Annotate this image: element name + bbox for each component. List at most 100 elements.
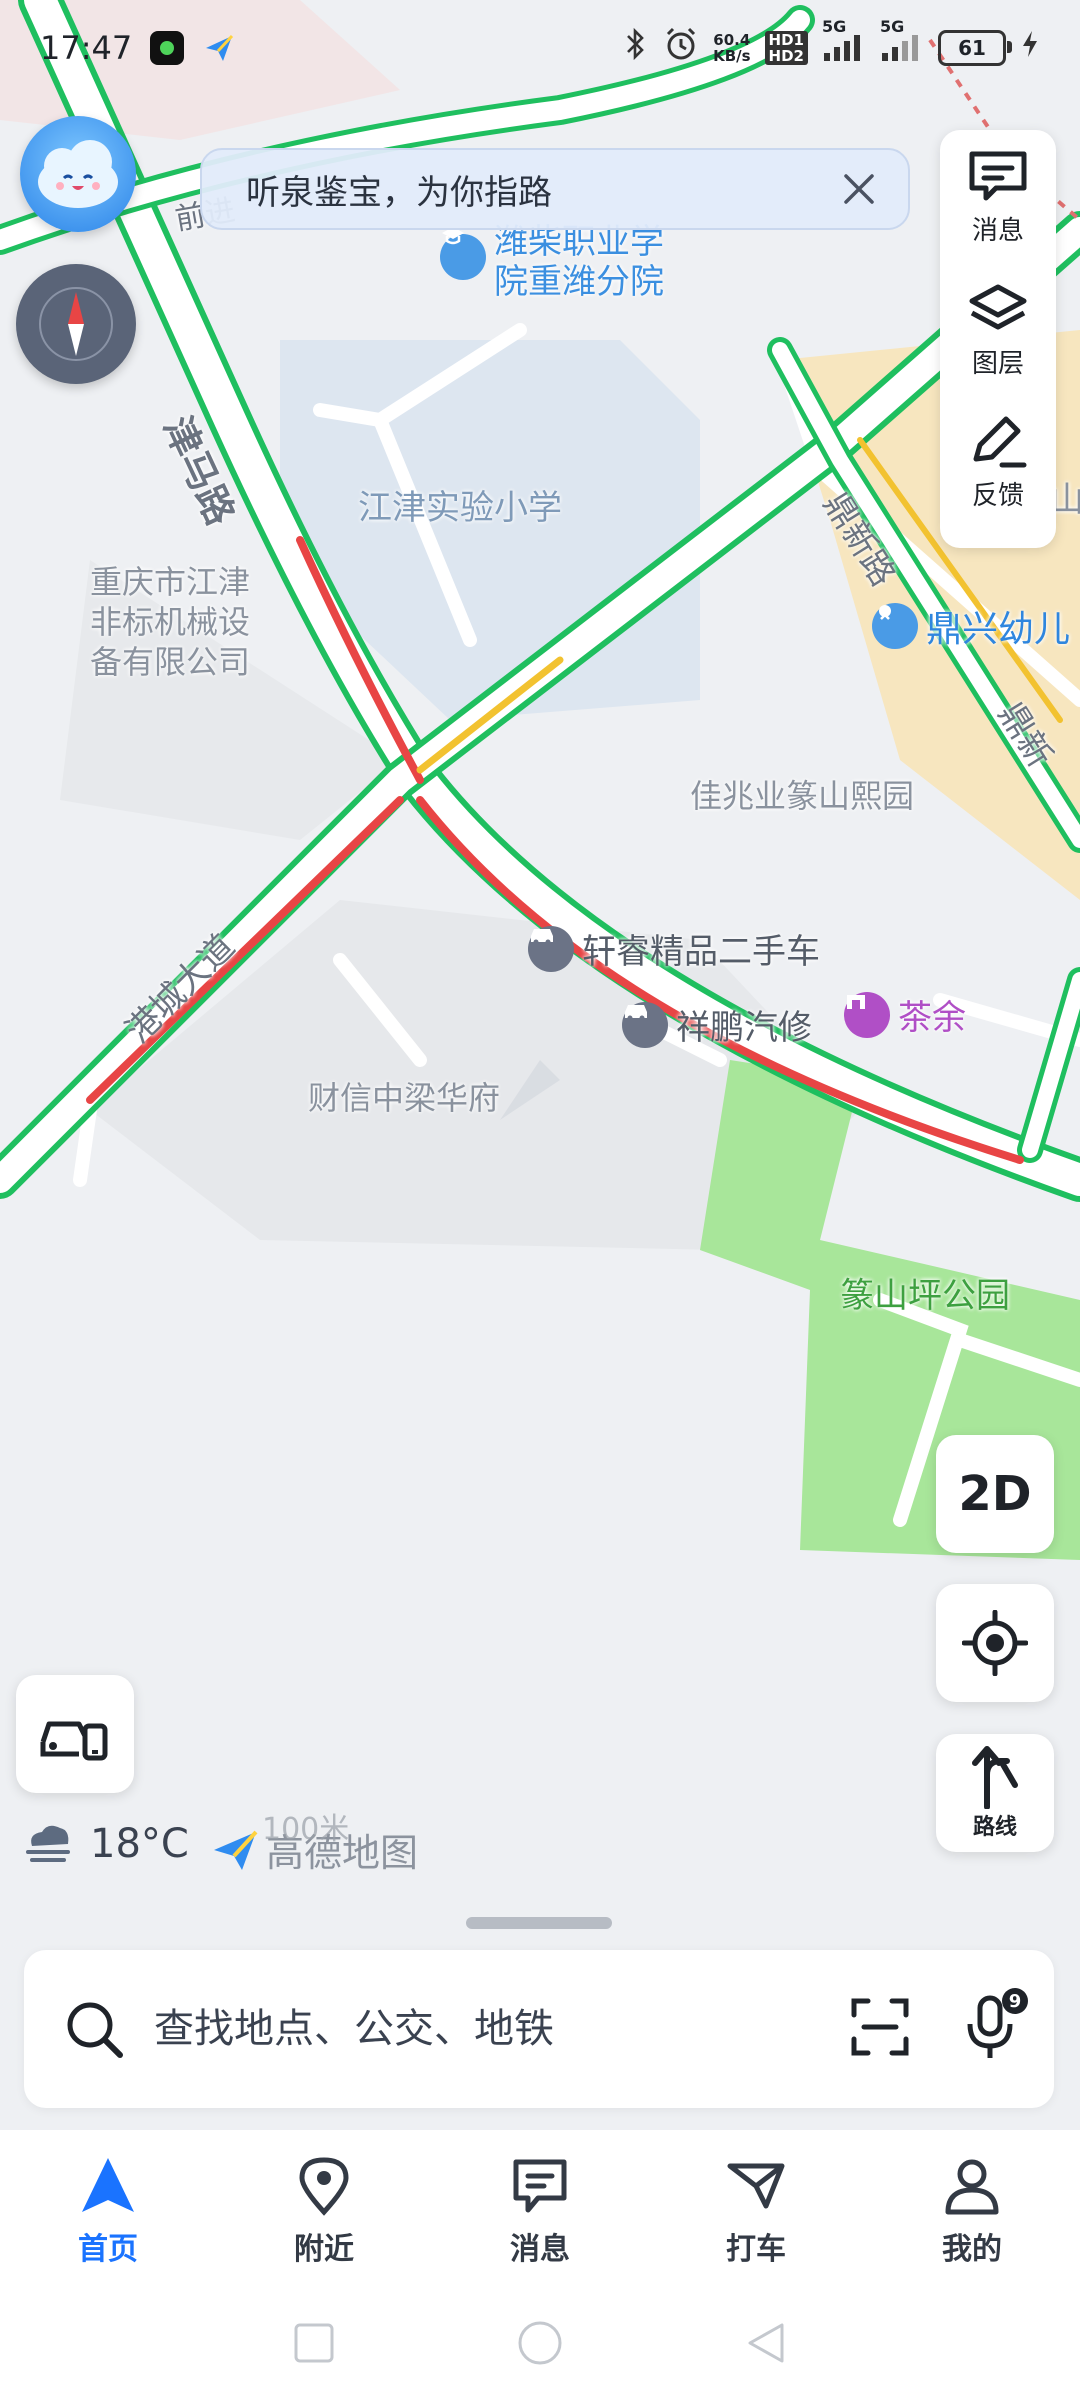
location-pin-icon [299,2157,349,2216]
company-line-2: 非标机械设 [90,603,251,641]
status-bar: 17:47 60.4 KB/s HD1 HD2 5G 5G 61 [0,0,1080,96]
triangle-back-icon [748,2323,784,2363]
crosshair-icon [962,1610,1028,1676]
route-button[interactable]: 路线 [936,1734,1054,1852]
search-icon [67,2002,123,2058]
sim2-network-label: 5G [880,17,905,36]
poi-teahouse-label: 茶余 [898,998,966,1038]
bluetooth-icon [623,27,649,69]
car-phone-icon [40,1721,108,1761]
voice-assistant-avatar[interactable] [20,116,136,232]
tab-taxi-label: 打车 [726,2232,786,2267]
layers-button[interactable]: 图层 [940,283,1056,416]
route-label: 路线 [972,1815,1017,1840]
signal-sim1-icon: 5G [822,17,866,63]
voice-search-button[interactable]: 9 [960,1988,1028,2066]
company-line-3: 备有限公司 [90,643,251,681]
poi-used-car[interactable]: 轩睿精品二手车 [528,924,820,973]
navigation-arrow-icon [82,2158,134,2212]
net-speed-value: 60.4 [713,31,751,49]
voice-badge: 9 [1002,1988,1028,2014]
cloudy-weather-icon [26,1825,70,1862]
search-input[interactable] [152,2005,776,2053]
map-tools-panel: 消息 图层 反馈 [940,130,1056,548]
recent-apps-button[interactable] [292,2321,336,2369]
school-pin-icon [440,227,486,280]
poi-repair-label: 祥鹏汽修 [676,1008,812,1048]
sim1-network-label: 5G [822,17,847,36]
square-icon [294,2323,334,2363]
view-mode-button[interactable]: 2D [936,1435,1054,1553]
pencil-icon [973,416,1027,468]
map-label-primary-school: 江津实验小学 [358,488,562,528]
cloud-mascot-icon [38,140,118,208]
compass-icon [39,287,113,361]
temperature-text: 18°C [90,1821,189,1867]
assistant-tip-banner[interactable]: 听泉鉴宝，为你指路 [200,148,910,230]
charging-icon [1020,29,1040,67]
tab-profile[interactable]: 我的 [864,2130,1080,2290]
map-label-jiazhao: 佳兆业篆山熙园 [690,777,915,815]
feedback-button[interactable]: 反馈 [940,415,1056,548]
messages-panel-button[interactable]: 消息 [940,150,1056,283]
search-bar[interactable]: 9 [24,1950,1054,2108]
tab-nearby[interactable]: 附近 [216,2130,432,2290]
hd-indicator: HD1 HD2 [764,31,808,65]
battery-indicator: 61 [938,30,1012,66]
assistant-tip-text: 听泉鉴宝，为你指路 [246,172,552,213]
poi-vocational-college[interactable]: 潍柴职业学 院重潍分院 [440,222,664,302]
status-time: 17:47 [40,29,133,67]
map-label-park: 篆山坪公园 [840,1276,1010,1316]
battery-level: 61 [958,36,986,60]
scale-distance: 100米 [262,1812,350,1847]
tab-messages-label: 消息 [510,2232,570,2267]
feedback-label: 反馈 [971,481,1024,512]
tab-home[interactable]: 首页 [0,2130,216,2290]
back-button[interactable] [744,2321,788,2369]
signal-sim2-icon: 5G [880,17,924,63]
map-label-company: 重庆市江津 非标机械设 备有限公司 [90,562,290,682]
message-icon [969,151,1027,201]
poi-kindergarten[interactable]: 鼎兴幼儿 [872,600,1070,652]
map-view[interactable]: 津马路 鼎新路 鼎新 港城大道 前进 江津实验小学 重庆市江津 非标机械设 备有… [0,0,1080,2130]
taxi-icon [727,2163,785,2209]
user-icon [945,2159,999,2215]
route-arrow-icon [972,1746,1018,1809]
poi-kindergarten-label: 鼎兴幼儿 [926,609,1071,650]
message-icon [513,2159,567,2213]
scan-icon [851,1998,909,2056]
weather-widget[interactable]: 18°C [22,1820,189,1868]
poi-repair[interactable]: 祥鹏汽修 [622,1000,812,1049]
notification-app-icon [150,31,185,65]
tab-taxi[interactable]: 打车 [648,2130,864,2290]
poi-used-car-label: 轩睿精品二手车 [582,932,820,972]
company-line-1: 重庆市江津 [90,563,251,601]
bottom-tab-bar: 首页 附近 消息 打车 我的 [0,2130,1080,2290]
kindergarten-pin-icon [872,603,918,649]
map-scale: 高德地图 100米 [212,1812,418,1877]
map-label-caixin: 财信中梁华府 [308,1079,501,1117]
messages-panel-label: 消息 [971,216,1024,246]
repair-pin-icon [622,1001,668,1048]
system-navigation-bar [0,2290,1080,2400]
notification-map-icon [202,31,236,65]
bottom-sheet-handle[interactable] [466,1917,612,1929]
hd2-label: HD2 [768,47,804,65]
tab-profile-label: 我的 [942,2232,1002,2267]
amap-logo-icon [214,1830,258,1870]
home-button[interactable] [516,2319,564,2371]
tab-messages[interactable]: 消息 [432,2130,648,2290]
close-icon[interactable] [834,164,884,214]
car-mode-button[interactable] [16,1675,134,1793]
compass-button[interactable] [16,264,136,384]
locate-me-button[interactable] [936,1584,1054,1702]
alarm-icon [663,26,699,70]
view-mode-label: 2D [958,1466,1032,1522]
layers-icon [969,284,1027,330]
poi-vocational-college-line-2: 院重潍分院 [494,262,664,302]
poi-teahouse[interactable]: 茶余 [844,990,966,1039]
tab-home-label: 首页 [78,2232,138,2267]
net-speed-unit: KB/s [713,47,751,65]
tab-nearby-label: 附近 [294,2232,354,2267]
scan-button[interactable] [848,1995,912,2063]
